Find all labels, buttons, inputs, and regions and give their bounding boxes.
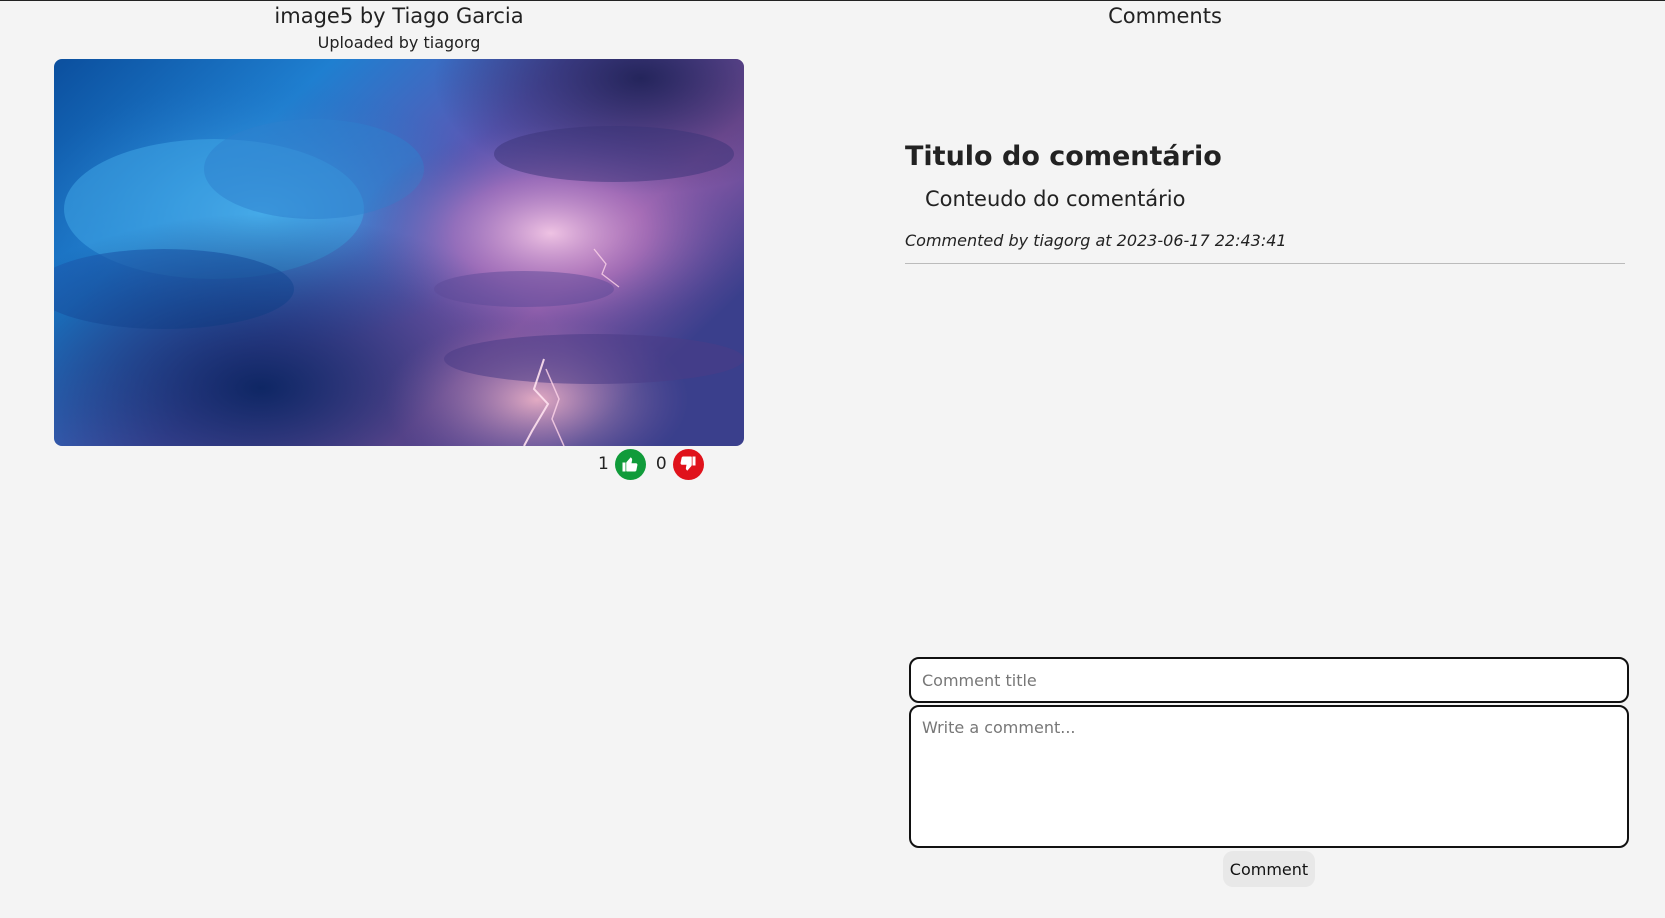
dislike-button[interactable]: [672, 448, 704, 480]
comment-body-textarea[interactable]: [909, 705, 1629, 848]
comment-divider: [905, 263, 1625, 264]
comment-title-input[interactable]: [909, 657, 1629, 703]
like-button[interactable]: [614, 448, 646, 480]
comment-body: Conteudo do comentário: [925, 187, 1186, 211]
comment-submit-button[interactable]: Comment: [1222, 851, 1316, 887]
uploader-label: Uploaded by tiagorg: [317, 33, 481, 52]
thumbs-down-icon: [680, 456, 696, 471]
comment-meta: Commented by tiagorg at 2023-06-17 22:43…: [905, 231, 1287, 250]
comment-form: Comment: [909, 657, 1629, 887]
vote-bar: 1 0: [598, 448, 714, 480]
like-count: 1: [598, 454, 609, 474]
comment-title: Titulo do comentário: [905, 141, 1222, 172]
dislike-count: 0: [655, 454, 667, 474]
comment-item: Titulo do comentário Conteudo do comentá…: [905, 139, 1625, 264]
comments-heading: Comments: [1108, 4, 1222, 28]
storm-photo: [54, 59, 744, 446]
image-title: image5 by Tiago Garcia: [274, 4, 524, 28]
thumbs-up-icon: [622, 457, 638, 472]
image-panel: image5 by Tiago Garcia Uploaded by tiago…: [54, 1, 744, 480]
